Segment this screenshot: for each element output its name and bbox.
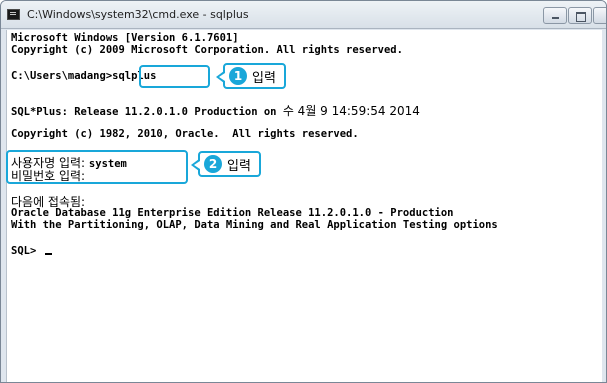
console-line: With the Partitioning, OLAP, Data Mining… <box>11 219 498 231</box>
console-line: SQL*Plus: Release 11.2.0.1.0 Production … <box>11 102 420 119</box>
sql-prompt: SQL> <box>11 245 43 257</box>
text-cursor <box>44 253 52 255</box>
prompt-path: C:\Users\madang> <box>11 70 113 82</box>
callout-2: 2 입력 <box>191 151 261 177</box>
callout-label: 입력 <box>252 70 276 86</box>
sql-prompt-line[interactable]: SQL> <box>11 245 52 257</box>
callout-1: 1 입력 <box>216 63 286 89</box>
maximize-button[interactable] <box>568 7 592 24</box>
cmd-icon[interactable] <box>7 9 20 20</box>
console-line: C:\Users\madang>sqlplus <box>11 70 156 82</box>
console-line: Microsoft Windows [Version 6.1.7601] <box>11 32 239 44</box>
highlight-box-command <box>139 65 210 88</box>
sqlplus-banner: SQL*Plus: Release 11.2.0.1.0 Production … <box>11 106 283 118</box>
console-line: Copyright (c) 2009 Microsoft Corporation… <box>11 44 403 56</box>
console-line: Oracle Database 11g Enterprise Edition R… <box>11 207 454 219</box>
minimize-button[interactable] <box>543 7 567 24</box>
step-badge: 2 <box>204 155 222 173</box>
console-line: Copyright (c) 1982, 2010, Oracle. All ri… <box>11 128 359 140</box>
close-button[interactable] <box>593 7 606 24</box>
title-bar[interactable]: C:\Windows\system32\cmd.exe - sqlplus <box>1 1 606 29</box>
cmd-window: C:\Windows\system32\cmd.exe - sqlplus Mi… <box>0 0 607 383</box>
callout-label: 입력 <box>227 158 251 174</box>
banner-date: 수 4월 9 14:59:54 2014 <box>282 104 420 118</box>
console-output[interactable]: Microsoft Windows [Version 6.1.7601] Cop… <box>6 30 602 382</box>
step-badge: 1 <box>229 67 247 85</box>
highlight-box-login <box>6 150 188 184</box>
window-title: C:\Windows\system32\cmd.exe - sqlplus <box>27 8 249 21</box>
